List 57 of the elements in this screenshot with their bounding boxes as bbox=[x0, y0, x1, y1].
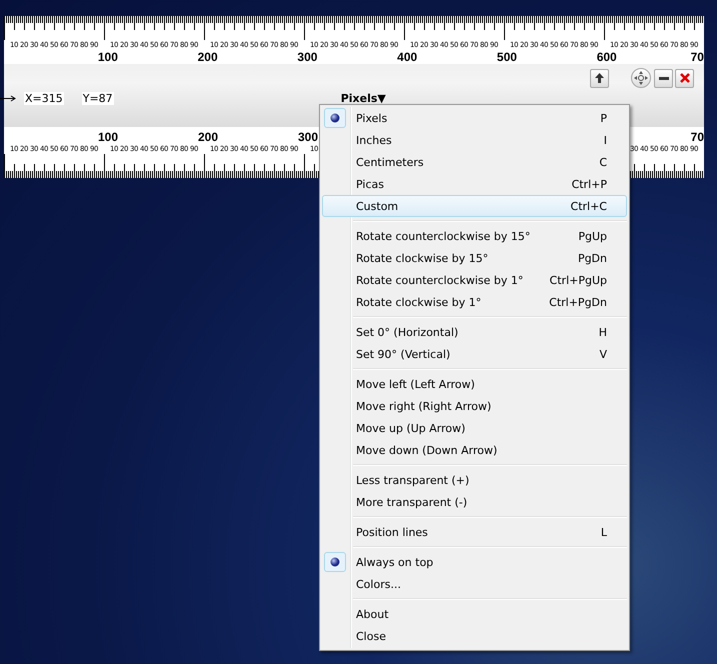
shortcut-label: L bbox=[600, 526, 607, 538]
x-coordinate: X=315 bbox=[24, 92, 64, 104]
menu-item[interactable]: Colors... bbox=[322, 573, 627, 595]
major-scale-label: 100 bbox=[98, 50, 118, 64]
menu-item[interactable]: Move up (Up Arrow) bbox=[322, 417, 627, 439]
menu-item[interactable]: Custom Ctrl+C bbox=[322, 195, 627, 217]
major-scale-label: 200 bbox=[198, 50, 218, 64]
shortcut-label: Ctrl+C bbox=[570, 200, 607, 212]
menu-item[interactable]: Set 90° (Vertical) V bbox=[322, 343, 627, 365]
menu-item[interactable]: Move down (Down Arrow) bbox=[322, 439, 627, 461]
menu-item[interactable]: Position lines L bbox=[322, 521, 627, 543]
y-coordinate: Y=87 bbox=[82, 92, 114, 104]
shortcut-label: C bbox=[599, 156, 607, 168]
major-scale-label: 70 bbox=[690, 50, 704, 64]
minimize-icon bbox=[658, 76, 668, 80]
menu-item[interactable]: Rotate clockwise by 1° Ctrl+PgDn bbox=[322, 291, 627, 313]
menu-item[interactable]: Move right (Right Arrow) bbox=[322, 395, 627, 417]
menu-item[interactable]: Rotate counterclockwise by 15° PgUp bbox=[322, 225, 627, 247]
shortcut-label: PgDn bbox=[578, 252, 607, 264]
menu-item[interactable]: Centimeters C bbox=[322, 151, 627, 173]
shortcut-label: P bbox=[600, 112, 607, 124]
shortcut-label: H bbox=[598, 326, 607, 338]
up-arrow-icon bbox=[595, 73, 604, 83]
minimize-button[interactable] bbox=[654, 68, 673, 88]
shortcut-label: Ctrl+PgDn bbox=[549, 296, 607, 308]
menu-item[interactable]: Close bbox=[322, 625, 627, 647]
menu-item[interactable]: Pixels P bbox=[322, 107, 627, 129]
menu-item[interactable]: Move left (Left Arrow) bbox=[322, 373, 627, 395]
menu-item[interactable]: About bbox=[322, 603, 627, 625]
major-scale-label: 400 bbox=[397, 50, 418, 64]
shortcut-label: Ctrl+PgUp bbox=[550, 274, 607, 286]
menu-item[interactable]: Always on top bbox=[322, 551, 627, 573]
menu-item[interactable]: Picas Ctrl+P bbox=[322, 173, 627, 195]
shortcut-label: V bbox=[599, 348, 607, 360]
menu-item[interactable]: Inches I bbox=[322, 129, 627, 151]
menu-item[interactable]: Set 0° (Horizontal) H bbox=[322, 321, 627, 343]
major-scale-label: 200 bbox=[198, 130, 218, 144]
menu-item[interactable]: Less transparent (+) bbox=[322, 469, 627, 491]
menu-item[interactable]: More transparent (-) bbox=[322, 491, 627, 513]
major-scale-label: 500 bbox=[496, 50, 517, 64]
pointer-arrow-icon bbox=[0, 94, 16, 102]
shortcut-label: PgUp bbox=[578, 230, 607, 242]
major-scale-label: 600 bbox=[596, 50, 617, 64]
move-button[interactable] bbox=[631, 68, 651, 88]
crosshair-icon bbox=[634, 71, 648, 85]
up-button[interactable] bbox=[590, 68, 609, 88]
close-button[interactable] bbox=[675, 68, 694, 88]
major-scale-label: 100 bbox=[98, 130, 118, 144]
major-scale-label: 300 bbox=[297, 50, 318, 64]
unit-dropdown[interactable]: Pixels▼ bbox=[340, 92, 386, 104]
major-scale-label: 300 bbox=[298, 130, 318, 144]
menu-item[interactable]: Rotate counterclockwise by 1° Ctrl+PgUp bbox=[322, 269, 627, 291]
major-scale-label: 70 bbox=[690, 130, 704, 144]
shortcut-label: Ctrl+P bbox=[572, 178, 607, 190]
menu-item[interactable]: Rotate clockwise by 15° PgDn bbox=[322, 247, 627, 269]
shortcut-label: I bbox=[604, 134, 607, 146]
close-icon bbox=[680, 73, 690, 83]
